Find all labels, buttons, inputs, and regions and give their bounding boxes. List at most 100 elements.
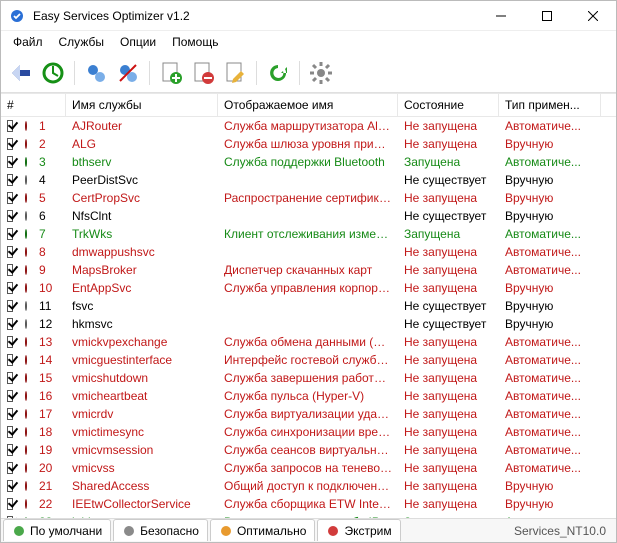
col-header-num[interactable]: # (1, 94, 66, 116)
tool-refresh-icon[interactable] (264, 59, 292, 87)
display-name: Интерфейс гостевой службы ... (218, 352, 398, 368)
table-row[interactable]: 11fsvcНе существуетВручную (1, 297, 616, 315)
service-name: vmicguestinterface (66, 352, 218, 368)
row-checkbox[interactable] (1, 371, 19, 385)
tool-gear2-icon[interactable] (114, 59, 142, 87)
row-checkbox[interactable] (1, 227, 19, 241)
profile-tab-optimal[interactable]: Оптимально (210, 519, 316, 541)
row-number: 2 (33, 136, 66, 152)
display-name: Служба запросов на теневое ... (218, 460, 398, 476)
row-checkbox[interactable] (1, 335, 19, 349)
table-row[interactable]: 20vmicvssСлужба запросов на теневое ...Н… (1, 459, 616, 477)
table-row[interactable]: 2ALGСлужба шлюза уровня прило...Не запущ… (1, 135, 616, 153)
start-type: Автоматиче... (499, 118, 601, 134)
service-name: vmicvmsession (66, 442, 218, 458)
service-name: vmicheartbeat (66, 388, 218, 404)
service-state: Не существует (398, 316, 499, 332)
close-button[interactable] (570, 1, 616, 31)
table-row[interactable]: 17vmicrdvСлужба виртуализации удал...Не … (1, 405, 616, 423)
table-row[interactable]: 21SharedAccessОбщий доступ к подключени.… (1, 477, 616, 495)
table-row[interactable]: 19vmicvmsessionСлужба сеансов виртуальны… (1, 441, 616, 459)
table-row[interactable]: 16vmicheartbeatСлужба пульса (Hyper-V)Не… (1, 387, 616, 405)
minimize-button[interactable] (478, 1, 524, 31)
table-row[interactable]: 10EntAppSvcСлужба управления корпора...Н… (1, 279, 616, 297)
row-checkbox[interactable] (1, 407, 19, 421)
row-checkbox[interactable] (1, 497, 19, 511)
row-number: 22 (33, 496, 66, 512)
service-name: vmickvpexchange (66, 334, 218, 350)
service-state: Не запущена (398, 496, 499, 512)
tool-gear1-icon[interactable] (82, 59, 110, 87)
table-row[interactable]: 5CertPropSvcРаспространение сертификатаН… (1, 189, 616, 207)
row-checkbox[interactable] (1, 191, 19, 205)
display-name: Служба шлюза уровня прило... (218, 136, 398, 152)
row-checkbox[interactable] (1, 209, 19, 223)
menu-help[interactable]: Помощь (164, 32, 226, 52)
row-checkbox[interactable] (1, 173, 19, 187)
table-row[interactable]: 7TrkWksКлиент отслеживания измени...Запу… (1, 225, 616, 243)
row-checkbox[interactable] (1, 443, 19, 457)
col-header-start[interactable]: Тип примен... (499, 94, 601, 116)
table-row[interactable]: 15vmicshutdownСлужба завершения работы .… (1, 369, 616, 387)
row-checkbox[interactable] (1, 263, 19, 277)
display-name: Распространение сертификата (218, 190, 398, 206)
table-row[interactable]: 22IEEtwCollectorServiceСлужба сборщика E… (1, 495, 616, 513)
menu-services[interactable]: Службы (51, 32, 112, 52)
row-checkbox[interactable] (1, 281, 19, 295)
service-name: MapsBroker (66, 262, 218, 278)
row-checkbox[interactable] (1, 119, 19, 133)
menu-file[interactable]: Файл (5, 32, 51, 52)
row-checkbox[interactable] (1, 299, 19, 313)
tool-apply-icon[interactable] (7, 59, 35, 87)
row-checkbox[interactable] (1, 137, 19, 151)
service-state: Не существует (398, 172, 499, 188)
tool-edit-icon[interactable] (221, 59, 249, 87)
app-window: Easy Services Optimizer v1.2 Файл Службы… (0, 0, 617, 543)
row-checkbox[interactable] (1, 479, 19, 493)
table-row[interactable]: 12hkmsvcНе существуетВручную (1, 315, 616, 333)
row-checkbox[interactable] (1, 155, 19, 169)
table-row[interactable]: 8dmwappushsvcНе запущенаАвтоматиче... (1, 243, 616, 261)
maximize-button[interactable] (524, 1, 570, 31)
col-header-display[interactable]: Отображаемое имя (218, 94, 398, 116)
service-name: vmicrdv (66, 406, 218, 422)
table-row[interactable]: 18vmictimesyncСлужба синхронизации време… (1, 423, 616, 441)
menu-options[interactable]: Опции (112, 32, 164, 52)
col-header-state[interactable]: Состояние (398, 94, 499, 116)
row-checkbox[interactable] (1, 425, 19, 439)
service-state: Не запущена (398, 118, 499, 134)
table-row[interactable]: 6NfsClntНе существуетВручную (1, 207, 616, 225)
start-type: Автоматиче... (499, 262, 601, 278)
col-header-name[interactable]: Имя службы (66, 94, 218, 116)
tool-add-icon[interactable] (157, 59, 185, 87)
profile-tab-extreme[interactable]: Экстрим (317, 519, 400, 541)
service-name: AJRouter (66, 118, 218, 134)
list-body[interactable]: 1AJRouterСлужба маршрутизатора AllJ...Не… (1, 117, 616, 518)
status-dot-icon (19, 318, 33, 330)
tool-settings-icon[interactable] (307, 59, 335, 87)
table-row[interactable]: 1AJRouterСлужба маршрутизатора AllJ...Не… (1, 117, 616, 135)
row-checkbox[interactable] (1, 245, 19, 259)
table-row[interactable]: 14vmicguestinterfaceИнтерфейс гостевой с… (1, 351, 616, 369)
statusbar-info: Services_NT10.0 (514, 524, 616, 538)
row-checkbox[interactable] (1, 389, 19, 403)
start-type: Автоматиче... (499, 406, 601, 422)
status-dot-icon (19, 336, 33, 348)
status-dot-icon (19, 282, 33, 294)
row-checkbox[interactable] (1, 461, 19, 475)
start-type: Вручную (499, 496, 601, 512)
profile-tab-default[interactable]: По умолчани (3, 519, 111, 541)
gear-icon (219, 524, 233, 538)
table-row[interactable]: 9MapsBrokerДиспетчер скачанных картНе за… (1, 261, 616, 279)
start-type: Вручную (499, 316, 601, 332)
tool-remove-icon[interactable] (189, 59, 217, 87)
profile-tab-safe[interactable]: Безопасно (113, 519, 208, 541)
row-number: 7 (33, 226, 66, 242)
table-row[interactable]: 4PeerDistSvcНе существуетВручную (1, 171, 616, 189)
row-checkbox[interactable] (1, 317, 19, 331)
row-number: 3 (33, 154, 66, 170)
table-row[interactable]: 3bthservСлужба поддержки BluetoothЗапуще… (1, 153, 616, 171)
tool-restore-icon[interactable] (39, 59, 67, 87)
row-checkbox[interactable] (1, 353, 19, 367)
table-row[interactable]: 13vmickvpexchangeСлужба обмена данными (… (1, 333, 616, 351)
